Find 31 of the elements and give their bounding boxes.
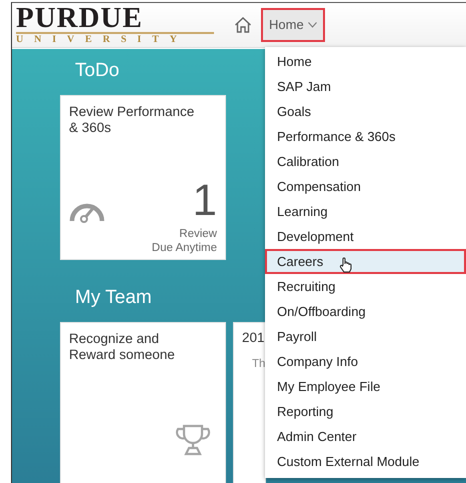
menu-item[interactable]: Payroll (265, 324, 466, 349)
menu-item[interactable]: Admin Center (265, 424, 466, 449)
menu-item[interactable]: Learning (265, 199, 466, 224)
section-title: My Team (75, 286, 152, 310)
home-dropdown-button[interactable]: Home (261, 8, 325, 42)
menu-item[interactable]: Custom External Module (265, 449, 466, 474)
menu-item[interactable]: My Employee File (265, 374, 466, 399)
menu-item[interactable]: Reporting (265, 399, 466, 424)
menu-item[interactable]: Development (265, 224, 466, 249)
menu-item[interactable]: Compensation (265, 174, 466, 199)
menu-item[interactable]: Calibration (265, 149, 466, 174)
menu-item[interactable]: Goals (265, 99, 466, 124)
tile-title: Recognize and Reward someone (69, 331, 176, 363)
menu-item[interactable]: Company Info (265, 349, 466, 374)
tile[interactable]: 201 Th (233, 322, 266, 483)
menu-item[interactable]: On/Offboarding (265, 299, 466, 324)
tile-subtitle: Th (252, 357, 265, 372)
tile-title: 201 (242, 330, 265, 346)
tile[interactable]: Review Performance & 360s 1 Review Due Anytime (60, 95, 226, 260)
tile[interactable]: Recognize and Reward someone (60, 322, 226, 483)
tile-title: Review Performance & 360s (69, 104, 196, 136)
section-title: ToDo (75, 59, 120, 83)
menu-item[interactable]: Performance & 360s (265, 124, 466, 149)
tile-caption: Review Due Anytime (152, 227, 217, 255)
logo-wordmark: PURDUE (16, 4, 214, 34)
menu-item[interactable]: Recruiting (265, 274, 466, 299)
menu-item[interactable]: SAP Jam (265, 74, 466, 99)
menu-item[interactable]: Careers (265, 249, 466, 274)
logo-subtitle: UNIVERSITY (16, 34, 189, 46)
tile-count: 1 (192, 179, 217, 223)
menu-item[interactable]: Home (265, 49, 466, 74)
